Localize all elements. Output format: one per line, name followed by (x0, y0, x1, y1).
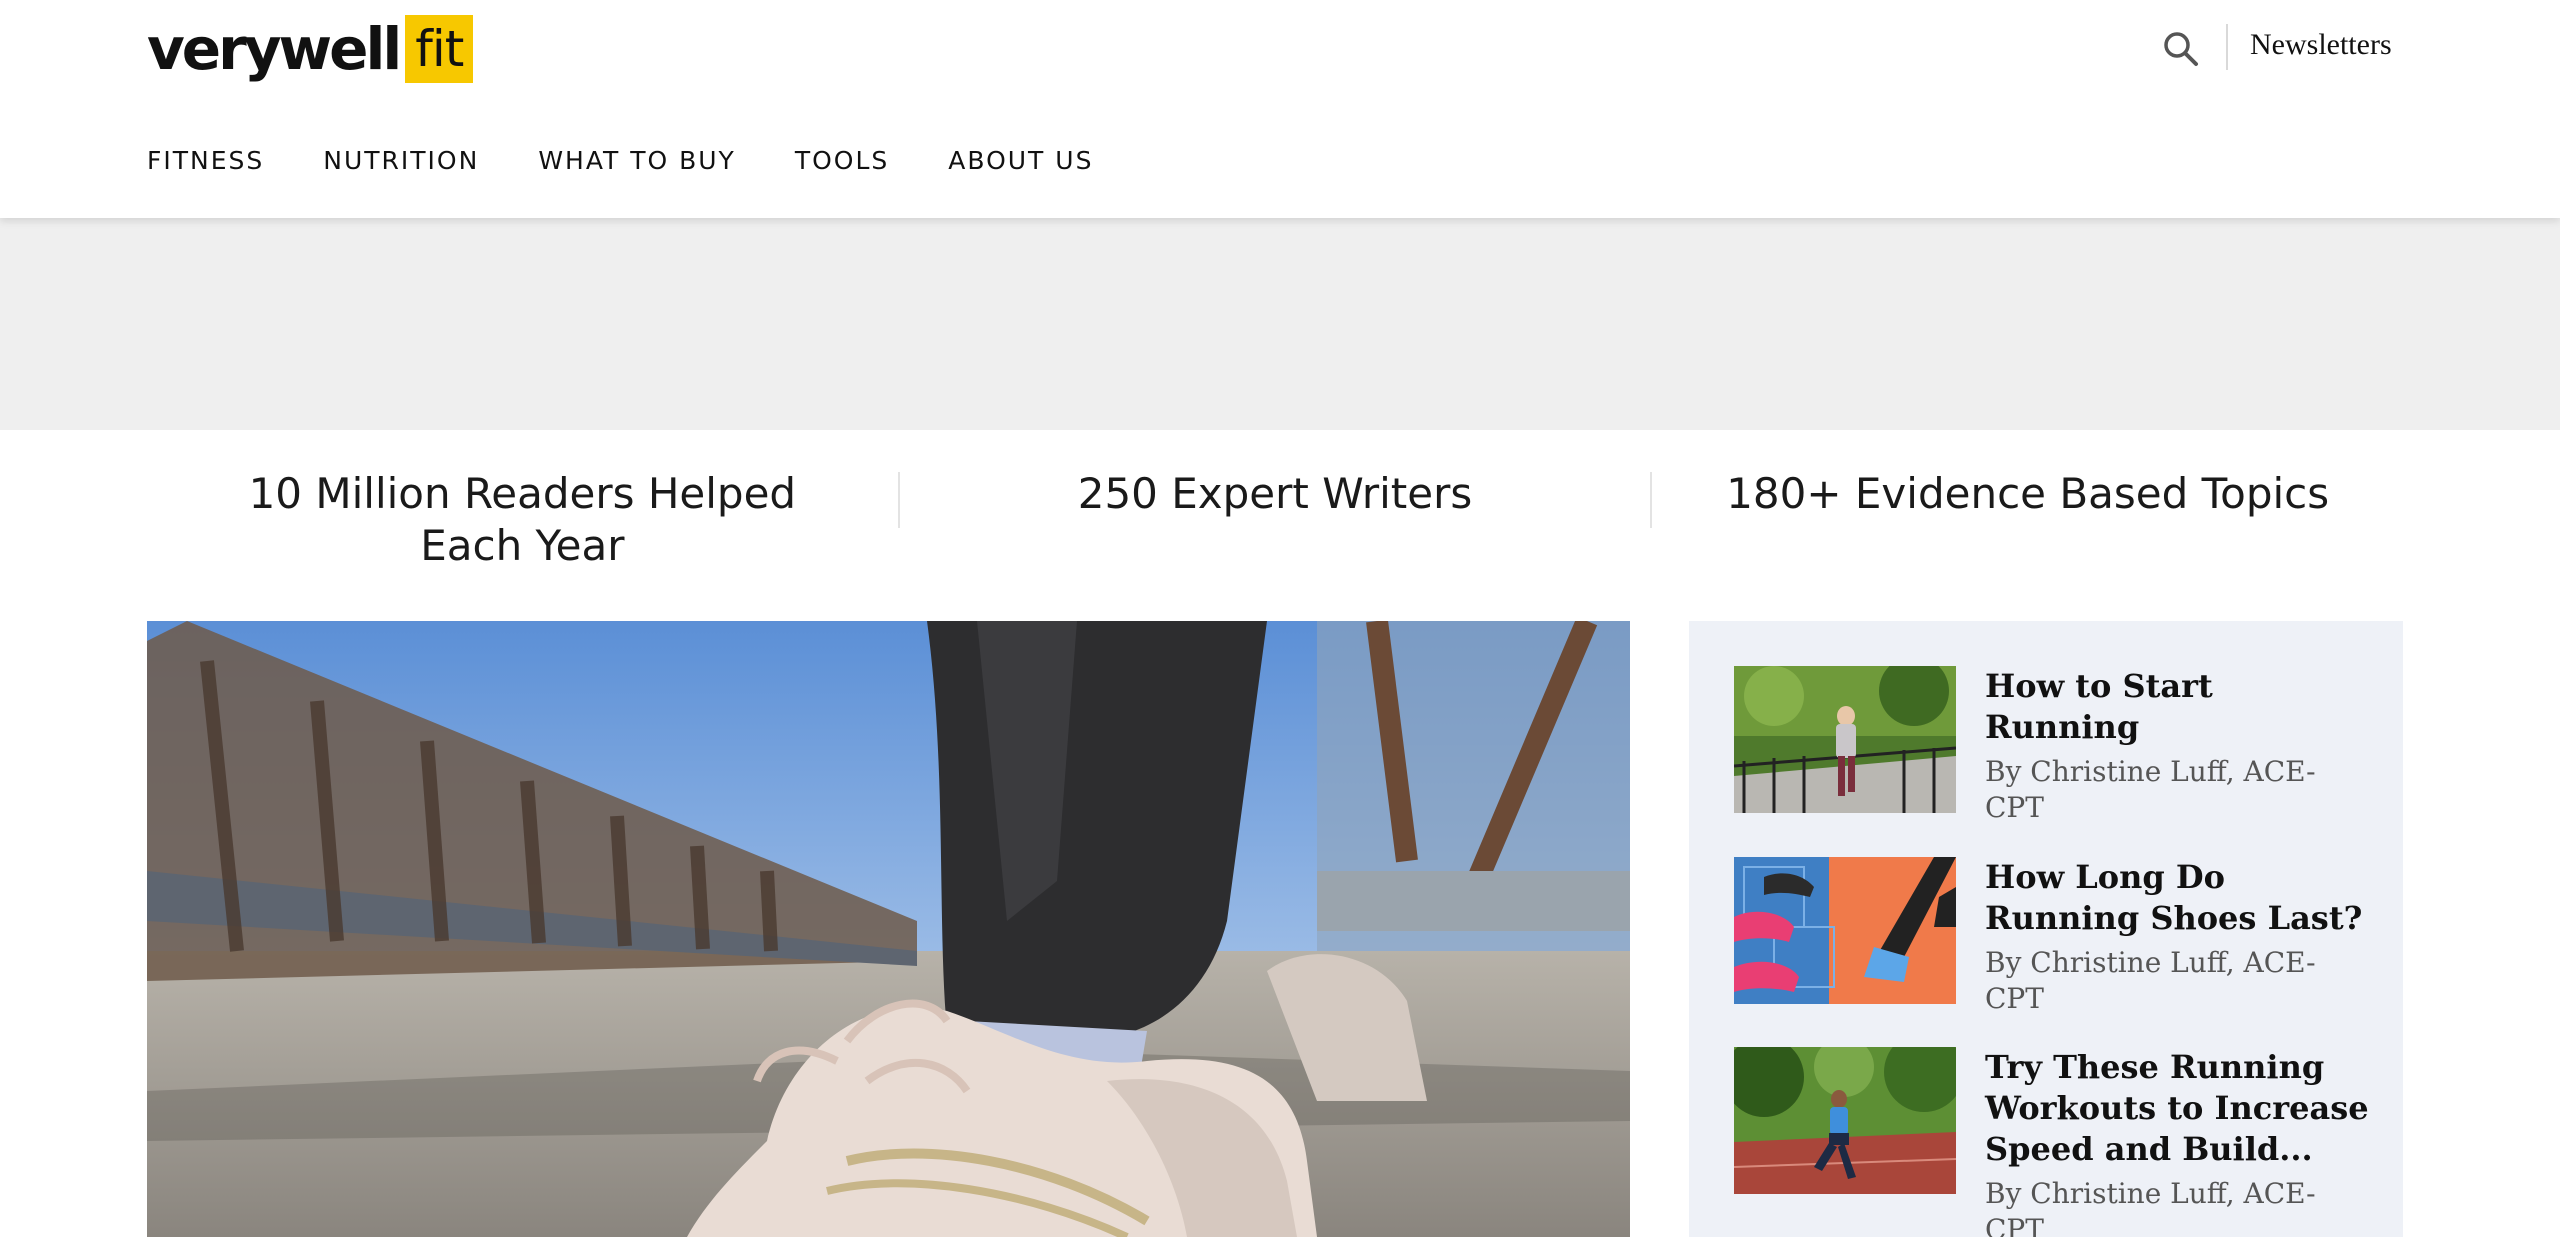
article-title: How Long Do Running Shoes Last? (1985, 858, 2363, 937)
article-thumbnail (1734, 666, 1956, 813)
stat-readers: 10 Million Readers Helped Each Year (248, 469, 797, 570)
hero-image-running-shoe[interactable] (147, 621, 1630, 1237)
article-thumbnail (1734, 857, 1956, 1004)
newsletters-link[interactable]: Newsletters (2250, 28, 2392, 62)
search-icon[interactable] (2160, 28, 2202, 70)
article-thumbnail (1734, 1047, 1956, 1194)
logo-wordmark: verywell (147, 15, 402, 83)
site-header: verywell fit Newsletters FITNESS NUTRITI… (0, 0, 2560, 218)
header-divider (2226, 24, 2228, 70)
article-title: Try These Running Workouts to Increase S… (1985, 1048, 2369, 1168)
nav-item-fitness[interactable]: FITNESS (147, 146, 264, 175)
stat-topics: 180+ Evidence Based Topics (1726, 469, 2330, 518)
article-text: How to Start Running By Christine Luff, … (1985, 666, 2374, 826)
stat-writers: 250 Expert Writers (1077, 469, 1473, 518)
nav-item-nutrition[interactable]: NUTRITION (323, 146, 479, 175)
main-nav: FITNESS NUTRITION WHAT TO BUY TOOLS ABOU… (147, 146, 1152, 175)
article-card[interactable]: Try These Running Workouts to Increase S… (1734, 1047, 2374, 1237)
site-logo[interactable]: verywell fit (147, 14, 474, 84)
nav-item-what-to-buy[interactable]: WHAT TO BUY (538, 146, 736, 175)
article-byline: By Christine Luff, ACE-CPT (1985, 755, 2316, 824)
article-card[interactable]: How Long Do Running Shoes Last? By Chris… (1734, 857, 2374, 1017)
article-text: Try These Running Workouts to Increase S… (1985, 1047, 2374, 1237)
trust-stats: 10 Million Readers Helped Each Year 250 … (147, 468, 2403, 578)
article-byline: By Christine Luff, ACE-CPT (1985, 946, 2316, 1015)
related-articles: How to Start Running By Christine Luff, … (1689, 621, 2403, 1237)
logo-fit-badge: fit (405, 15, 474, 83)
article-byline: By Christine Luff, ACE-CPT (1985, 1177, 2316, 1237)
article-title: How to Start Running (1985, 667, 2213, 746)
nav-item-tools[interactable]: TOOLS (795, 146, 889, 175)
article-card[interactable]: How to Start Running By Christine Luff, … (1734, 666, 2374, 826)
article-text: How Long Do Running Shoes Last? By Chris… (1985, 857, 2374, 1017)
nav-item-about-us[interactable]: ABOUT US (948, 146, 1093, 175)
ad-placeholder (0, 218, 2560, 430)
